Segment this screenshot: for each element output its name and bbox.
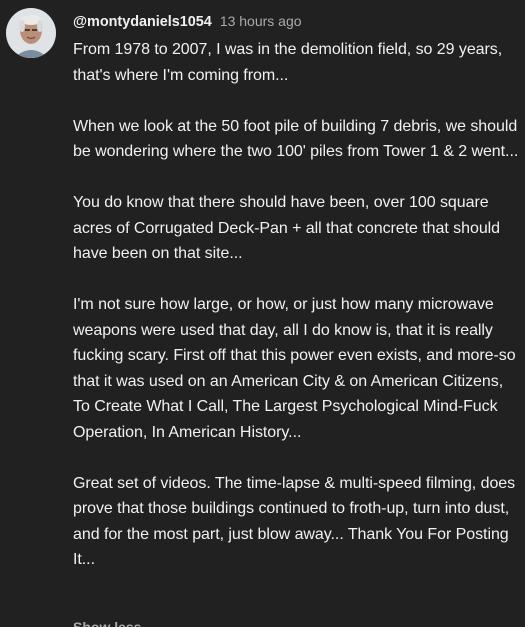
show-less-button[interactable]: Show less xyxy=(73,617,141,627)
comment-body: From 1978 to 2007, I was in the demoliti… xyxy=(73,37,523,598)
comment-header: @montydaniels1054 13 hours ago xyxy=(73,10,302,32)
avatar-icon xyxy=(6,8,56,58)
comment-paragraph-1: From 1978 to 2007, I was in the demoliti… xyxy=(73,41,503,84)
comment-paragraph-3: You do know that there should have been,… xyxy=(73,194,501,262)
comment-paragraph-2: When we look at the 50 foot pile of buil… xyxy=(73,117,519,161)
comment-author[interactable]: @montydaniels1054 xyxy=(73,14,212,30)
comment-timestamp[interactable]: 13 hours ago xyxy=(220,13,302,29)
comment-paragraph-4: I'm not sure how large, or how, or just … xyxy=(73,296,516,441)
comment-paragraph-5: Great set of videos. The time-lapse & mu… xyxy=(73,474,516,569)
avatar[interactable] xyxy=(6,8,56,58)
comment-thread: @montydaniels1054 13 hours ago From 1978… xyxy=(0,0,525,627)
